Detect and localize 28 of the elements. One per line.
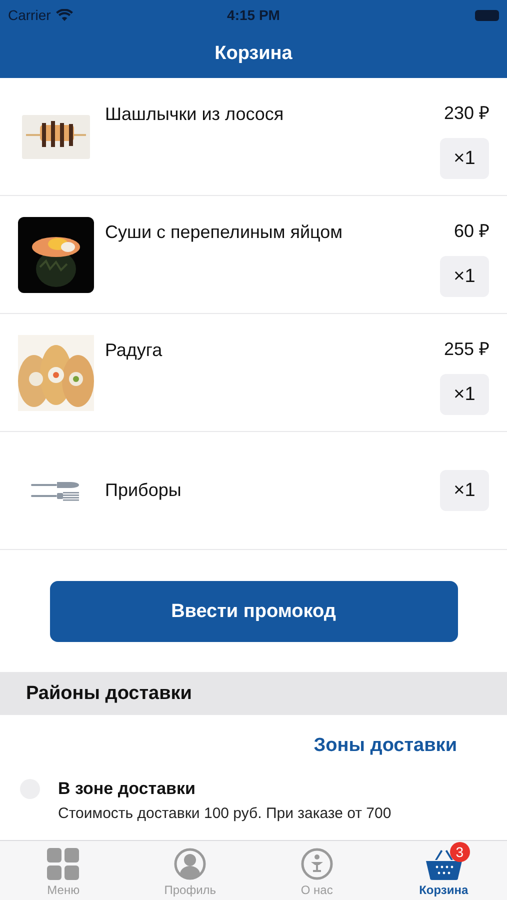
promo-code-button[interactable]: Ввести промокод — [50, 581, 458, 642]
screen-title: Корзина — [214, 43, 292, 65]
cutlery-icon — [31, 480, 81, 502]
delivery-zones-link[interactable]: Зоны доставки — [314, 735, 457, 757]
item-name: Суши с перепелиным яйцом — [105, 222, 343, 242]
carrier-label: Carrier — [8, 7, 51, 23]
item-name: Радуга — [105, 340, 162, 360]
option-description: Стоимость доставки 100 руб. При заказе от 700 — [58, 805, 392, 822]
basket-icon — [426, 848, 462, 880]
item-name: Приборы — [105, 480, 182, 500]
status-time: 4:15 PM — [227, 7, 280, 23]
quantity-button[interactable]: ×1 — [440, 470, 489, 511]
option-title: В зоне доставки — [58, 779, 196, 799]
grid-icon — [47, 848, 80, 880]
quantity-button[interactable]: ×1 — [440, 374, 489, 415]
profile-icon — [174, 848, 206, 880]
count-badge: 3 — [450, 842, 470, 862]
item-price: 60 ₽ — [454, 220, 489, 242]
item-price: 255 ₽ — [444, 338, 489, 360]
quantity-button[interactable]: ×1 — [440, 256, 489, 297]
section-title: Районы доставки — [26, 682, 192, 704]
item-price: 230 ₽ — [444, 102, 489, 124]
tab-item[interactable]: 3 Корзина — [380, 841, 507, 900]
battery-icon — [475, 10, 499, 20]
item-name: Шашлычки из лосося — [105, 104, 284, 124]
quantity-button[interactable]: ×1 — [440, 138, 489, 179]
wifi-icon — [56, 9, 73, 21]
info-icon — [300, 848, 333, 880]
